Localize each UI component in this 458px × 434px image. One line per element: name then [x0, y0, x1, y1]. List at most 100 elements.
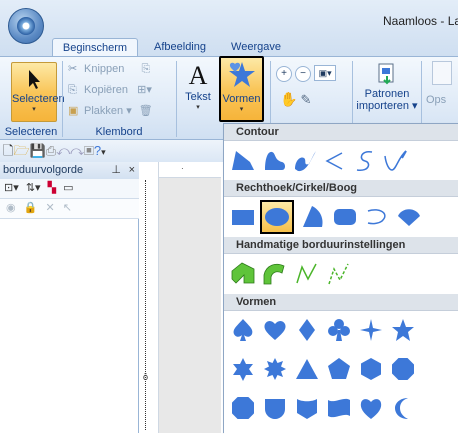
print-icon[interactable]: ⎙: [46, 143, 56, 158]
paste-label: Plakken: [84, 105, 124, 117]
manual-stitch-block-icon[interactable]: [230, 261, 256, 287]
manual-stitch-curve-icon[interactable]: [262, 261, 288, 287]
design-canvas[interactable]: [159, 178, 221, 433]
badge-shape-icon[interactable]: [294, 395, 320, 421]
six-point-star-icon[interactable]: [230, 356, 256, 382]
import-label-1: Patronen: [364, 88, 410, 100]
shapes-button[interactable]: Vormen ▾: [219, 56, 264, 122]
section-header-manual-embroidery: Handmatige borduurinstellingen: [224, 237, 458, 254]
lock-icon[interactable]: 🔒: [24, 202, 38, 214]
delete-icon[interactable]: ✕: [45, 202, 54, 214]
fan-shape-icon[interactable]: [300, 204, 326, 230]
section-header-shapes: Vormen: [224, 294, 458, 311]
rectangle-icon[interactable]: [230, 204, 256, 230]
vertical-ruler: ō: [139, 162, 159, 433]
color-order-icon[interactable]: ▚: [48, 182, 56, 194]
club-shape-icon[interactable]: [326, 317, 352, 343]
crescent-moon-icon[interactable]: [390, 395, 416, 421]
paste-button[interactable]: ▣ Plakken ▾ 🗑: [68, 102, 153, 120]
redo-icon[interactable]: ↷: [70, 143, 84, 158]
contour-curve-line-icon[interactable]: [352, 148, 378, 174]
shield-shape-icon[interactable]: [262, 395, 288, 421]
options-label: Ops: [426, 94, 447, 106]
grid-icon[interactable]: ⊞▾: [137, 84, 152, 96]
letter-a-icon: A: [188, 61, 208, 90]
rounded-octagon-icon[interactable]: [230, 395, 256, 421]
zoom-fit-icon[interactable]: ▣▾: [314, 65, 337, 81]
save-icon[interactable]: 💾: [30, 143, 46, 158]
text-button[interactable]: A Tekst ▾: [180, 61, 216, 121]
eight-point-star-icon[interactable]: [262, 356, 288, 382]
zoom-controls: + − ▣▾: [276, 65, 356, 85]
hexagon-shape-icon[interactable]: [358, 356, 384, 382]
shapes-button-label: Vormen: [222, 93, 261, 105]
horizontal-ruler: ·: [159, 162, 221, 178]
undo-icon[interactable]: ↶: [56, 143, 70, 158]
options-icon: [432, 61, 452, 85]
ellipse-selected-button[interactable]: [260, 200, 294, 234]
zoom-in-icon[interactable]: +: [276, 66, 292, 82]
arc-chord-icon[interactable]: [396, 204, 422, 230]
view-icon[interactable]: ▣: [84, 143, 94, 158]
sort-icon[interactable]: ⇅▾: [26, 182, 41, 194]
section-header-rect-circle-arc: Rechthoek/Cirkel/Boog: [224, 180, 458, 197]
frame-view-icon[interactable]: ⊡▾: [4, 182, 19, 194]
copy-icon: ⎘: [68, 84, 77, 97]
triangle-shape-icon[interactable]: [294, 356, 320, 382]
customize-toolbar-icon[interactable]: ▾: [101, 147, 106, 157]
panel-toolbar-1: ⊡▾ ⇅▾ ▚ ▭: [0, 179, 139, 199]
contour-line-icon[interactable]: [322, 148, 348, 174]
diamond-shape-icon[interactable]: [294, 317, 320, 343]
banner-shape-icon[interactable]: [326, 395, 352, 421]
text-button-label: Tekst: [185, 91, 211, 103]
trash-icon[interactable]: 🗑: [139, 105, 153, 117]
application-menu-button[interactable]: [8, 8, 44, 44]
manual-run-stitch-icon[interactable]: [294, 261, 320, 287]
select-button[interactable]: Selecteren ▾: [11, 62, 65, 122]
measure-icon[interactable]: ✎: [301, 92, 312, 107]
tab-weergave[interactable]: Weergave: [225, 38, 287, 57]
panel-header: borduurvolgorde ⊥ ×: [0, 162, 139, 179]
contour-polygon-icon[interactable]: [230, 148, 256, 174]
import-patterns-icon: [378, 63, 394, 85]
five-point-star-icon[interactable]: [390, 317, 416, 343]
tab-afbeelding[interactable]: Afbeelding: [145, 38, 215, 57]
hand-icon[interactable]: ✋: [280, 91, 297, 107]
group-label-clipboard: Klembord: [95, 126, 143, 138]
import-patterns-button[interactable]: Patronen importeren ▾: [356, 61, 418, 123]
close-icon[interactable]: ×: [129, 162, 135, 179]
app-logo-icon: [17, 17, 35, 35]
tab-beginscherm[interactable]: Beginscherm: [52, 38, 138, 57]
zoom-out-icon[interactable]: −: [295, 66, 312, 82]
pointer-icon[interactable]: ↖: [63, 202, 72, 214]
pentagon-shape-icon[interactable]: [326, 356, 352, 382]
manual-dashed-stitch-icon[interactable]: [326, 261, 352, 287]
visibility-icon[interactable]: ◉: [6, 202, 16, 214]
star-heart-shapes-icon: [228, 62, 255, 87]
cut-label: Knippen: [84, 63, 125, 75]
ellipse-icon: [265, 208, 289, 226]
embroidery-order-panel: borduurvolgorde ⊥ × ⊡▾ ⇅▾ ▚ ▭ ◉ 🔒 ✕ ↖: [0, 162, 139, 433]
contour-freehand-icon[interactable]: [292, 148, 318, 174]
cut-button[interactable]: ✂ Knippen ⎘: [68, 60, 150, 78]
window-icon[interactable]: ▭: [63, 182, 73, 194]
open-file-icon[interactable]: 🗁: [13, 143, 29, 158]
four-point-star-icon[interactable]: [358, 317, 384, 343]
scissors-icon: ✂: [68, 63, 78, 76]
import-label-2: importeren: [356, 100, 409, 112]
octagon-shape-icon[interactable]: [390, 356, 416, 382]
contour-curve-icon[interactable]: [262, 148, 288, 174]
heart-shape-icon[interactable]: [262, 317, 288, 343]
shapes-dropdown: Contour Rechthoek/Cirkel/Boog Handmatige…: [223, 123, 458, 434]
copy-small-icon[interactable]: ⎘: [141, 63, 150, 75]
contour-freehand-line-icon[interactable]: [382, 148, 408, 174]
pin-icon[interactable]: ⊥: [111, 162, 121, 179]
rounded-rectangle-icon[interactable]: [332, 204, 358, 230]
new-file-icon[interactable]: 🗋: [3, 143, 13, 158]
arc-icon[interactable]: [364, 204, 390, 230]
heart-outline-shape-icon[interactable]: [358, 395, 384, 421]
window-title: Naamloos - Lay: [383, 14, 458, 28]
spade-shape-icon[interactable]: [230, 317, 256, 343]
copy-button[interactable]: ⎘ Kopiëren ⊞▾: [68, 81, 152, 99]
options-button[interactable]: Ops: [426, 61, 458, 123]
